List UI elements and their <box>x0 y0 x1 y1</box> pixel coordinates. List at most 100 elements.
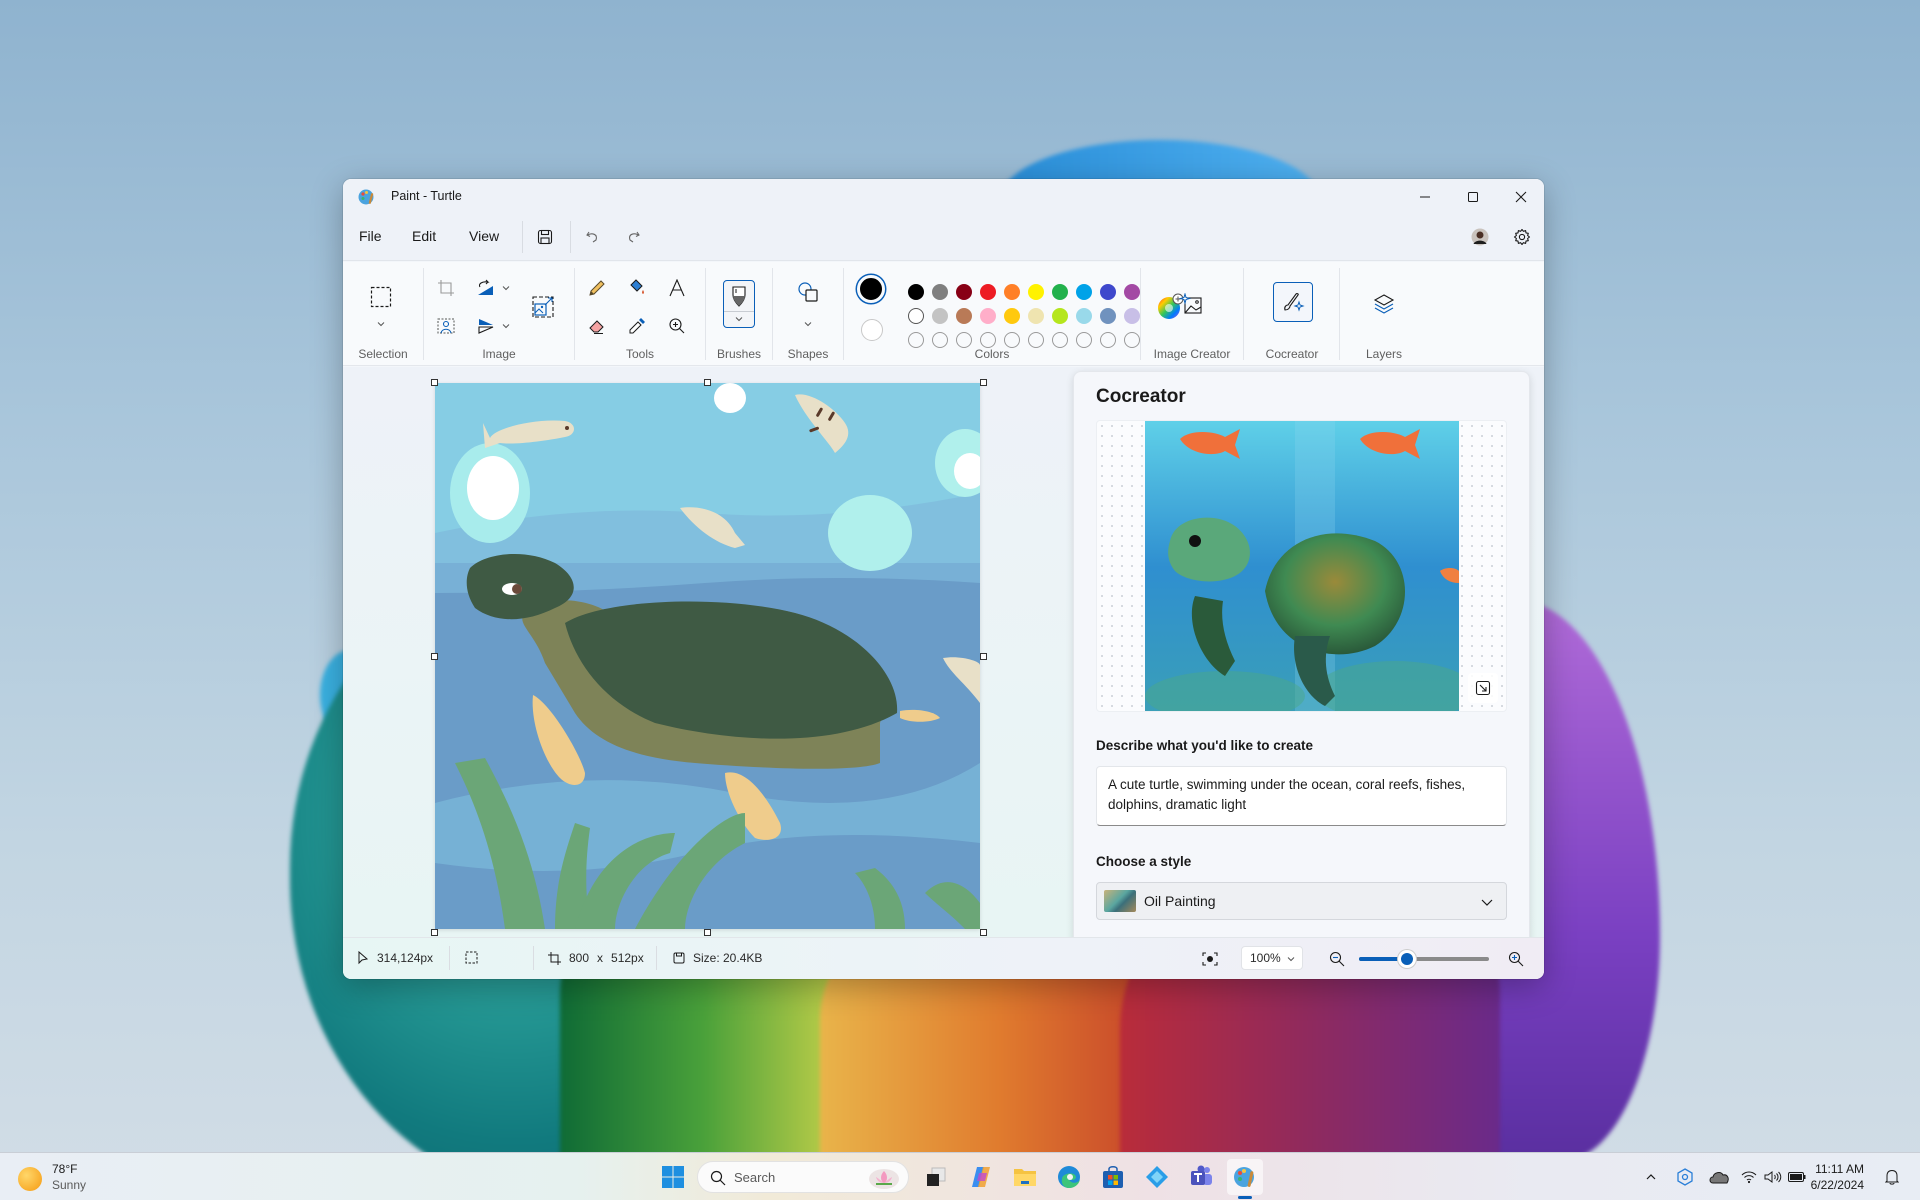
resize-handle[interactable] <box>980 379 987 386</box>
resize-handle[interactable] <box>431 929 438 936</box>
resize-handle[interactable] <box>704 929 711 936</box>
color-swatch[interactable] <box>1100 308 1116 324</box>
task-view-button[interactable] <box>918 1159 954 1195</box>
undo-button[interactable] <box>575 221 611 253</box>
redo-button[interactable] <box>615 221 651 253</box>
color-swatch[interactable] <box>956 284 972 300</box>
shapes-button[interactable] <box>794 278 822 306</box>
custom-color-slot[interactable] <box>1124 332 1140 348</box>
maximize-button[interactable] <box>1450 179 1496 215</box>
style-dropdown[interactable]: Oil Painting <box>1096 882 1507 920</box>
save-button[interactable] <box>527 221 563 253</box>
fill-tool[interactable] <box>623 274 651 302</box>
weather-condition[interactable]: Sunny <box>52 1178 86 1192</box>
resize-tool[interactable] <box>529 293 557 321</box>
expand-preview-button[interactable] <box>1468 673 1498 703</box>
teams-button[interactable] <box>1183 1159 1219 1195</box>
primary-color[interactable] <box>857 275 885 303</box>
zoom-slider[interactable] <box>1359 950 1489 968</box>
image-creator-button[interactable] <box>1171 284 1211 324</box>
color-swatch[interactable] <box>980 308 996 324</box>
custom-color-slot[interactable] <box>956 332 972 348</box>
color-swatch[interactable] <box>1028 284 1044 300</box>
minimize-button[interactable] <box>1402 179 1448 215</box>
color-swatch[interactable] <box>1052 308 1068 324</box>
crop-tool[interactable] <box>432 274 460 302</box>
custom-color-slot[interactable] <box>1028 332 1044 348</box>
layers-button[interactable] <box>1364 284 1404 324</box>
resize-handle[interactable] <box>980 653 987 660</box>
shapes-dropdown[interactable] <box>802 318 814 330</box>
secondary-color[interactable] <box>861 319 883 341</box>
onedrive-button[interactable] <box>1707 1167 1731 1187</box>
menu-file[interactable]: File <box>359 228 382 244</box>
color-swatch[interactable] <box>1076 284 1092 300</box>
edge-button[interactable] <box>1051 1159 1087 1195</box>
resize-handle[interactable] <box>431 379 438 386</box>
color-swatch[interactable] <box>1124 284 1140 300</box>
battery-button[interactable] <box>1787 1167 1807 1187</box>
color-swatch[interactable] <box>908 308 924 324</box>
custom-color-slot[interactable] <box>1076 332 1092 348</box>
copilot-app-button[interactable] <box>1139 1159 1175 1195</box>
start-button[interactable] <box>655 1159 691 1195</box>
network-button[interactable] <box>1739 1167 1759 1187</box>
selection-dropdown[interactable] <box>375 318 387 330</box>
weather-temperature[interactable]: 78°F <box>52 1162 77 1176</box>
zoom-in-button[interactable] <box>1505 948 1527 970</box>
microsoft-store-button[interactable] <box>1095 1159 1131 1195</box>
color-swatch[interactable] <box>1004 284 1020 300</box>
clock-date[interactable]: 6/22/2024 <box>1811 1178 1864 1192</box>
color-picker-tool[interactable] <box>623 312 651 340</box>
zoom-level-dropdown[interactable]: 100% <box>1241 946 1303 970</box>
file-explorer-button[interactable] <box>1007 1159 1043 1195</box>
drawing-canvas[interactable] <box>435 383 980 929</box>
custom-color-slot[interactable] <box>1004 332 1020 348</box>
cocreator-button[interactable] <box>1273 282 1313 322</box>
title-bar[interactable]: Paint - Turtle <box>343 179 1544 215</box>
zoom-out-button[interactable] <box>1326 948 1348 970</box>
taskbar-search[interactable]: Search <box>697 1161 909 1193</box>
fit-to-window-button[interactable] <box>1199 948 1221 970</box>
generated-image[interactable] <box>1145 421 1459 712</box>
text-tool[interactable] <box>663 274 691 302</box>
color-swatch[interactable] <box>1052 284 1068 300</box>
custom-color-slot[interactable] <box>1052 332 1068 348</box>
rotate-tool[interactable] <box>472 274 500 302</box>
custom-color-slot[interactable] <box>1100 332 1116 348</box>
color-swatch[interactable] <box>932 284 948 300</box>
settings-button[interactable] <box>1507 222 1537 252</box>
zoom-slider-thumb[interactable] <box>1398 950 1417 968</box>
paint-taskbar-button[interactable] <box>1227 1159 1263 1199</box>
selection-tool[interactable] <box>367 283 395 311</box>
custom-color-slot[interactable] <box>980 332 996 348</box>
color-swatch[interactable] <box>1028 308 1044 324</box>
prompt-input[interactable]: A cute turtle, swimming under the ocean,… <box>1096 766 1507 826</box>
color-swatch[interactable] <box>932 308 948 324</box>
show-hidden-icons-button[interactable] <box>1641 1167 1661 1187</box>
remove-background-tool[interactable] <box>432 312 460 340</box>
menu-edit[interactable]: Edit <box>412 228 436 244</box>
color-swatch[interactable] <box>1124 308 1140 324</box>
magnifier-tool[interactable] <box>663 312 691 340</box>
flip-tool[interactable] <box>472 312 500 340</box>
flip-dropdown[interactable] <box>500 320 512 332</box>
tray-app-icon[interactable] <box>1675 1167 1695 1187</box>
color-swatch[interactable] <box>956 308 972 324</box>
eraser-tool[interactable] <box>583 312 611 340</box>
resize-handle[interactable] <box>431 653 438 660</box>
rotate-dropdown[interactable] <box>500 282 512 294</box>
custom-color-slot[interactable] <box>932 332 948 348</box>
color-swatch[interactable] <box>1100 284 1116 300</box>
volume-button[interactable] <box>1763 1167 1783 1187</box>
notifications-button[interactable] <box>1882 1167 1902 1187</box>
resize-handle[interactable] <box>980 929 987 936</box>
weather-sun-icon[interactable] <box>18 1167 42 1191</box>
resize-handle[interactable] <box>704 379 711 386</box>
pencil-tool[interactable] <box>583 274 611 302</box>
clock-time[interactable]: 11:11 AM <box>1815 1162 1864 1176</box>
color-swatch[interactable] <box>1076 308 1092 324</box>
custom-color-slot[interactable] <box>908 332 924 348</box>
account-avatar[interactable] <box>1465 222 1495 252</box>
close-button[interactable] <box>1498 179 1544 215</box>
